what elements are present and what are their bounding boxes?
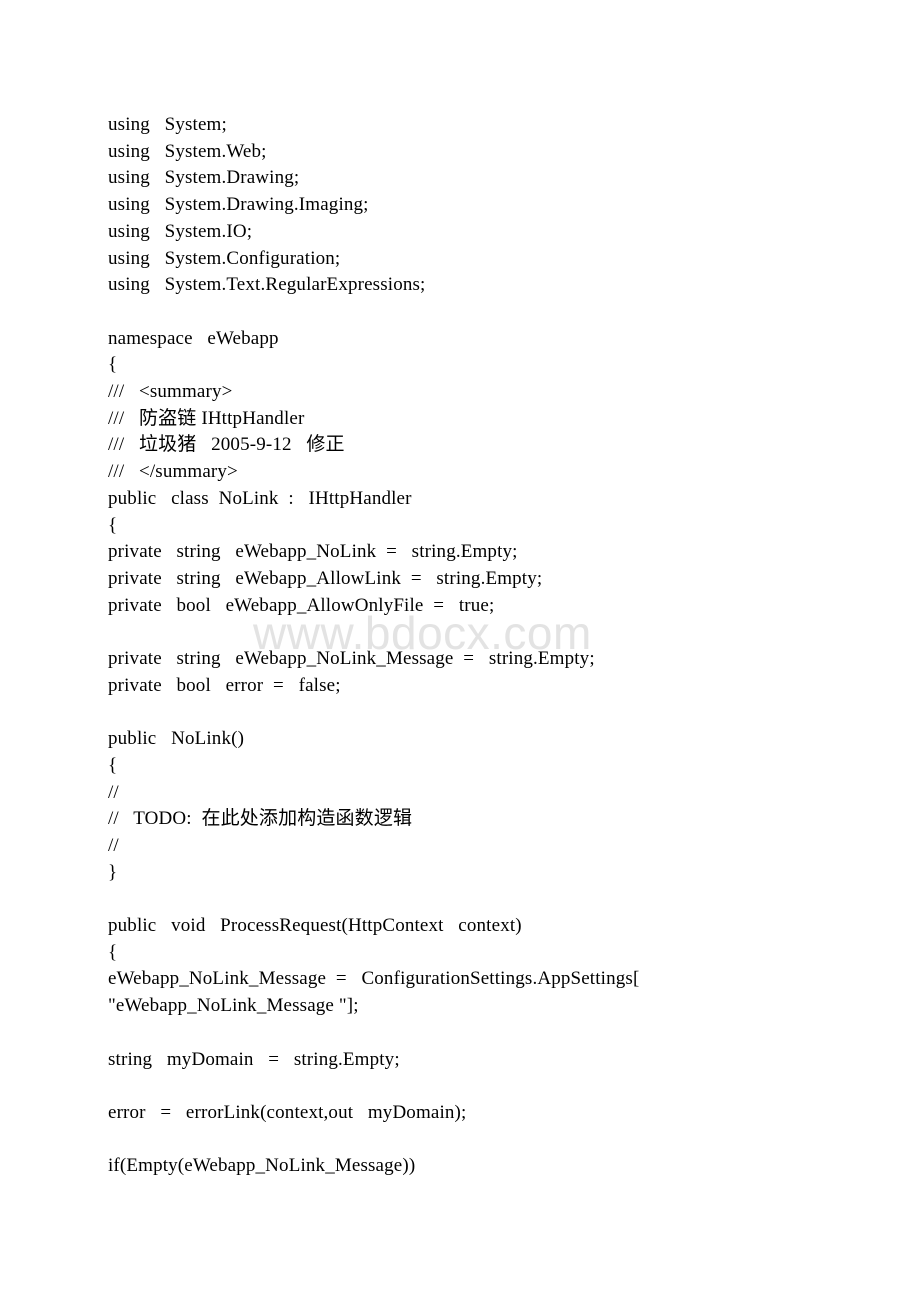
code-line: if(Empty(eWebapp_NoLink_Message)) [108,1155,416,1177]
code-line: { [108,941,118,963]
code-line: string myDomain = string.Empty; [108,1048,400,1070]
code-line: /// 垃圾猪 2005-9-12 修正 [108,434,345,456]
code-line: using System.Web; [108,140,267,162]
code-line: private string eWebapp_NoLink = string.E… [108,541,518,563]
code-line: error = errorLink(context,out myDomain); [108,1101,467,1123]
code-line: { [108,354,118,376]
code-line: using System.Configuration; [108,247,341,269]
code-line: /// 防盗链 IHttpHandler [108,407,305,429]
code-line: eWebapp_NoLink_Message = ConfigurationSe… [108,968,640,990]
code-line: } [108,861,118,883]
code-listing: using System; using System.Web; using Syst… [108,112,868,1180]
code-line: /// </summary> [108,461,238,483]
code-line: public class NoLink : IHttpHandler [108,487,412,509]
code-line: { [108,514,118,536]
code-line: private bool eWebapp_AllowOnlyFile = tru… [108,594,495,616]
code-line: // TODO: 在此处添加构造函数逻辑 [108,808,413,830]
code-line: public void ProcessRequest(HttpContext c… [108,915,522,937]
code-line: namespace eWebapp [108,327,279,349]
code-line: "eWebapp_NoLink_Message "]; [108,995,359,1017]
code-line: using System.Drawing; [108,167,300,189]
code-line: { [108,754,118,776]
code-line: public NoLink() [108,728,245,750]
code-line: /// <summary> [108,381,233,403]
code-line: using System; [108,114,227,135]
code-line: using System.Drawing.Imaging; [108,194,369,216]
code-line: private string eWebapp_AllowLink = strin… [108,567,543,589]
code-line: using System.Text.RegularExpressions; [108,274,426,296]
document-page: www.bdocx.com using System; using System.… [0,0,920,1302]
code-line: // [108,781,119,803]
code-line: private string eWebapp_NoLink_Message = … [108,648,595,670]
code-line: private bool error = false; [108,674,341,696]
code-line: // [108,834,119,856]
code-line: using System.IO; [108,220,253,242]
